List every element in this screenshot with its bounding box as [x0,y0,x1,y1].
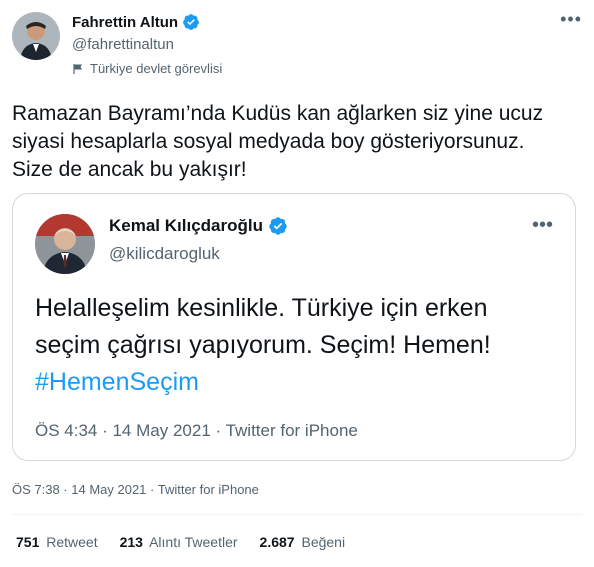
quoted-author-handle[interactable]: @kilicdarogluk [109,244,220,264]
tweet-stats: 751 Retweet 213 Alıntı Tweetler 2.687 Be… [16,534,345,550]
tweet-text-line: Ramazan Bayramı’nda Kudüs kan ağlarken s… [12,102,544,125]
tweet-text-line: siyasi hesaplarla sosyal medyada boy gös… [12,130,525,153]
retweets-count: 751 [16,534,40,550]
likes-label: Beğeni [301,534,346,550]
quoted-text-line: Helalleşelim kesinlikle. Türkiye için er… [35,294,488,322]
quote-tweets-count: 213 [119,534,143,550]
hashtag-link[interactable]: #HemenSeçim [35,364,555,401]
retweets-stat[interactable]: 751 Retweet [16,534,98,550]
more-options-icon[interactable]: ••• [560,10,582,28]
author-name[interactable]: Fahrettin Altun [72,13,200,31]
quoted-more-options-icon[interactable]: ••• [532,214,553,237]
likes-count: 2.687 [259,534,295,550]
government-official-text: Türkiye devlet görevlisi [90,61,223,76]
verified-badge-icon [269,217,287,235]
quoted-author-photo [35,214,95,274]
quoted-author-name[interactable]: Kemal Kılıçdaroğlu [109,216,288,236]
quote-tweets-stat[interactable]: 213 Alıntı Tweetler [120,534,238,550]
flag-icon [73,63,82,74]
divider [12,514,582,515]
likes-stat[interactable]: 2.687 Beğeni [260,534,346,550]
quoted-tweet-text: Helalleşelim kesinlikle. Türkiye için er… [35,290,555,401]
quoted-text-line: seçim çağrısı yapıyorum. Seçim! Hemen! [35,331,491,359]
author-avatar[interactable] [12,12,60,60]
quoted-tweet-meta[interactable]: ÖS 4:34 · 14 May 2021 · Twitter for iPho… [35,421,358,441]
quote-tweets-label: Alıntı Tweetler [149,534,238,550]
tweet-meta[interactable]: ÖS 7:38 · 14 May 2021 · Twitter for iPho… [12,482,259,497]
author-photo [12,12,60,60]
quoted-tweet[interactable]: Kemal Kılıçdaroğlu @kilicdarogluk ••• He… [12,193,576,461]
government-official-label: Türkiye devlet görevlisi [72,61,222,76]
author-handle[interactable]: @fahrettinaltun [72,36,174,53]
tweet-text-line: Size de ancak bu yakışır! [12,158,247,181]
verified-badge-icon [183,14,199,30]
quoted-author-avatar[interactable] [35,214,95,274]
quoted-author-name-text: Kemal Kılıçdaroğlu [109,216,263,235]
author-name-text: Fahrettin Altun [72,13,179,31]
retweets-label: Retweet [46,534,98,550]
tweet-text: Ramazan Bayramı’nda Kudüs kan ağlarken s… [12,100,582,184]
